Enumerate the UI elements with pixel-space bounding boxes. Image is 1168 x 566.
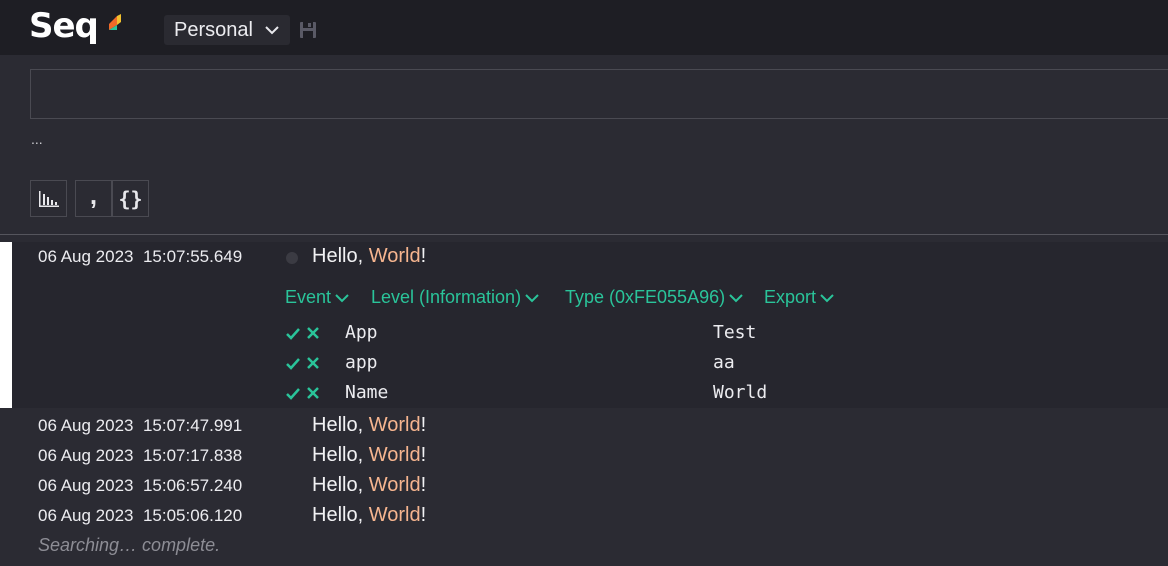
exclude-filter-icon[interactable]	[306, 326, 320, 340]
property-value: World	[713, 382, 768, 403]
workspace-selector[interactable]: Personal	[164, 15, 290, 45]
chevron-down-icon	[729, 294, 743, 303]
event-timestamp: 06 Aug 2023 15:07:47.991	[38, 416, 243, 435]
chevron-down-icon	[525, 294, 539, 303]
top-bar: Seq Personal	[0, 0, 1168, 55]
include-filter-icon[interactable]	[286, 386, 300, 400]
event-timestamp: 06 Aug 2023 15:06:57.240	[38, 476, 243, 495]
event-message: Hello, World!	[312, 474, 427, 496]
property-name: App	[345, 322, 378, 343]
event-message: Hello, World!	[312, 504, 427, 526]
property-value: Test	[713, 322, 757, 343]
seq-logo-icon	[109, 14, 121, 30]
event-message: Hello, World!	[312, 414, 427, 436]
export-menu[interactable]: Export	[764, 287, 834, 308]
divider	[0, 234, 1168, 235]
workspace-label: Personal	[174, 19, 253, 41]
bar-chart-icon	[38, 190, 59, 207]
property-value: aa	[713, 352, 735, 373]
event-message: Hello, World!	[312, 245, 427, 267]
level-menu[interactable]: Level (Information)	[371, 287, 539, 308]
chevron-down-icon	[820, 294, 834, 303]
event-message: Hello, World!	[312, 444, 427, 466]
property-row: Name World	[0, 382, 1168, 412]
event-menu[interactable]: Event	[285, 287, 349, 308]
search-status: Searching… complete.	[38, 535, 221, 555]
property-name: Name	[345, 382, 389, 403]
include-filter-icon[interactable]	[286, 326, 300, 340]
event-timestamp: 06 Aug 2023 15:07:17.838	[38, 446, 243, 465]
signal-button[interactable]: ,	[75, 180, 112, 217]
expanded-event[interactable]: 06 Aug 2023 15:07:55.649 Hello, World! E…	[0, 242, 1168, 408]
search-hint: ...	[31, 131, 43, 147]
chevron-down-icon	[335, 294, 349, 303]
chevron-down-icon	[265, 26, 279, 35]
event-timestamp: 06 Aug 2023 15:07:55.649	[38, 247, 243, 266]
property-row: app aa	[0, 352, 1168, 382]
type-menu[interactable]: Type (0xFE055A96)	[565, 287, 743, 308]
chart-button[interactable]	[30, 180, 67, 217]
exclude-filter-icon[interactable]	[306, 356, 320, 370]
include-filter-icon[interactable]	[286, 356, 300, 370]
event-timestamp: 06 Aug 2023 15:05:06.120	[38, 506, 243, 525]
property-name: app	[345, 352, 378, 373]
search-area: ... , {}	[0, 55, 1168, 235]
search-input[interactable]	[30, 69, 1168, 119]
property-row: App Test	[0, 322, 1168, 352]
level-indicator	[286, 252, 298, 264]
exclude-filter-icon[interactable]	[306, 386, 320, 400]
save-icon[interactable]	[299, 21, 317, 39]
json-button[interactable]: {}	[112, 180, 149, 217]
app-logo[interactable]: Seq	[29, 6, 99, 46]
